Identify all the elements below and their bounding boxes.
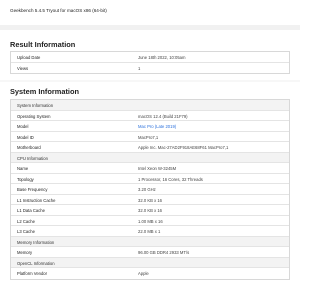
section-separator xyxy=(0,80,300,82)
page-header: Geekbench 5.4.5 Tryout for macOS x86 (64… xyxy=(0,0,300,25)
row-key: Memory xyxy=(17,250,33,255)
table-row: Topology 1 Processor, 16 Cores, 32 Threa… xyxy=(11,174,289,184)
row-key: Operating System xyxy=(17,113,51,119)
benchmark-title: Geekbench 5.4.5 Tryout for macOS x86 (64… xyxy=(10,8,107,13)
table-row: Name Intel Xeon W-3245M xyxy=(11,163,289,174)
row-value: June 18th 2022, 10:05am xyxy=(138,55,186,60)
row-key: Model xyxy=(17,124,29,129)
table-row: Model ID MacPro7,1 xyxy=(11,132,289,142)
row-value: MacPro7,1 xyxy=(138,134,159,140)
system-information-table: System Information Operating System macO… xyxy=(10,99,290,280)
header-divider xyxy=(0,25,300,30)
row-key: Model ID xyxy=(17,134,34,140)
table-row: Motherboard Apple Inc. Mac-27AD2F918AE68… xyxy=(11,142,289,153)
row-key: Motherboard xyxy=(17,145,41,150)
result-information-title: Result Information xyxy=(10,40,76,49)
row-key: L1 Instruction Cache xyxy=(17,197,56,203)
table-row: Upload Date June 18th 2022, 10:05am xyxy=(11,52,289,63)
row-value: 3.20 GHz xyxy=(138,187,156,192)
table-row: Model Mac Pro (Late 2019) xyxy=(11,121,289,132)
row-key: L1 Data Cache xyxy=(17,208,45,213)
row-value: Apple Inc. Mac-27AD2F918AE68F61 MacPro7,… xyxy=(138,145,229,150)
row-key: Views xyxy=(17,65,29,71)
row-value: Apple xyxy=(138,271,149,276)
table-row: L3 Cache 22.0 MB x 1 xyxy=(11,226,289,237)
group-header-opencl: OpenCL Information xyxy=(11,257,289,268)
table-row: L2 Cache 1.00 MB x 16 xyxy=(11,216,289,226)
table-row: Platform Vendor Apple xyxy=(11,268,289,279)
table-row: Base Frequency 3.20 GHz xyxy=(11,184,289,195)
row-value: 22.0 MB x 1 xyxy=(138,229,161,234)
table-row: Memory 96.00 GB DDR4 2933 MT/s xyxy=(11,247,289,258)
row-key: Platform Vendor xyxy=(17,271,48,276)
row-key: L2 Cache xyxy=(17,218,35,224)
row-value: 1 xyxy=(138,65,141,71)
row-value: Intel Xeon W-3245M xyxy=(138,166,177,171)
row-key: Name xyxy=(17,166,29,171)
row-key: Upload Date xyxy=(17,55,41,60)
system-information-title: System Information xyxy=(10,87,79,96)
row-value: 1 Processor, 16 Cores, 32 Threads xyxy=(138,176,203,182)
result-information-table: Upload Date June 18th 2022, 10:05am View… xyxy=(10,51,290,74)
row-key: L3 Cache xyxy=(17,229,35,234)
group-header-system: System Information xyxy=(11,100,289,111)
table-row: Views 1 xyxy=(11,63,289,74)
row-value: 1.00 MB x 16 xyxy=(138,218,163,224)
table-row: L1 Instruction Cache 32.0 KB x 16 xyxy=(11,195,289,205)
model-link[interactable]: Mac Pro (Late 2019) xyxy=(138,124,176,129)
row-value: macOS 12.4 (Build 21F79) xyxy=(138,113,188,119)
row-key: Base Frequency xyxy=(17,187,48,192)
row-value: 96.00 GB DDR4 2933 MT/s xyxy=(138,250,190,255)
group-header-memory: Memory Information xyxy=(11,236,289,247)
table-row: Operating System macOS 12.4 (Build 21F79… xyxy=(11,111,289,121)
row-value: 32.0 KB x 16 xyxy=(138,208,162,213)
table-row: L1 Data Cache 32.0 KB x 16 xyxy=(11,205,289,216)
row-key: Topology xyxy=(17,176,34,182)
row-value: 32.0 KB x 16 xyxy=(138,197,162,203)
group-header-cpu: CPU Information xyxy=(11,152,289,163)
